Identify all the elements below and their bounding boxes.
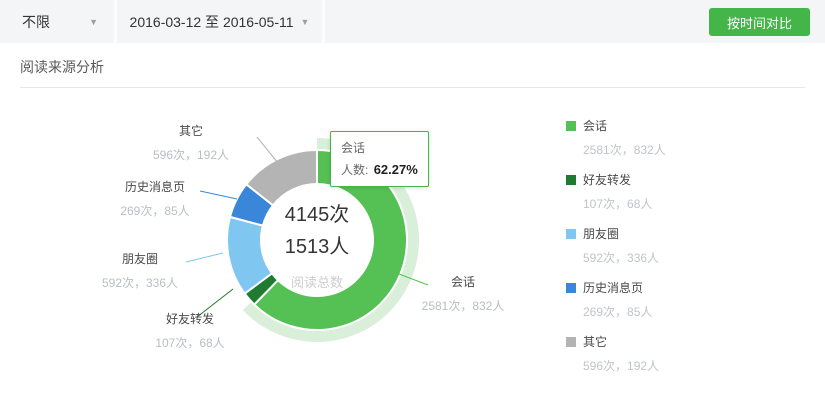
caret-down-icon: ▼ xyxy=(89,16,98,27)
leader-line-history-page xyxy=(200,191,237,199)
scope-filter-label: 不限 xyxy=(22,12,50,32)
tooltip-series-name: 会话 xyxy=(341,139,418,156)
legend-item-value: 107次，68人 xyxy=(583,195,666,212)
legend-item-label: 好友转发 xyxy=(583,171,631,188)
tooltip-value: 62.27% xyxy=(374,162,418,177)
legend-item-other: 其它 596次，192人 xyxy=(566,333,666,369)
legend-item-friend-share: 好友转发 107次，68人 xyxy=(566,171,666,207)
legend-item-session: 会话 2581次，832人 xyxy=(566,117,666,153)
chart-legend: 会话 2581次，832人 好友转发 107次，68人 朋友圈 592次，336… xyxy=(566,117,666,387)
legend-color-swatch xyxy=(566,121,576,131)
legend-color-swatch xyxy=(566,283,576,293)
legend-item-value: 2581次，832人 xyxy=(583,141,666,158)
legend-item-value: 596次，192人 xyxy=(583,357,666,374)
legend-item-label: 会话 xyxy=(583,117,607,134)
leader-line-other xyxy=(257,137,278,163)
filter-toolbar: 不限 ▼ 2016-03-12 至 2016-05-11 ▼ 按时间对比 xyxy=(0,0,825,43)
date-range-dropdown[interactable]: 2016-03-12 至 2016-05-11 ▼ xyxy=(117,0,322,43)
legend-item-label: 历史消息页 xyxy=(583,279,643,296)
section-divider xyxy=(20,87,805,88)
leader-line-friend-share xyxy=(197,289,233,317)
legend-item-label: 其它 xyxy=(583,333,607,350)
legend-item-history-page: 历史消息页 269次，85人 xyxy=(566,279,666,315)
legend-color-swatch xyxy=(566,175,576,185)
section-title: 阅读来源分析 xyxy=(20,57,104,77)
legend-color-swatch xyxy=(566,229,576,239)
leader-line-moments xyxy=(186,253,223,262)
compare-by-time-button[interactable]: 按时间对比 xyxy=(709,8,810,36)
legend-item-value: 592次，336人 xyxy=(583,249,666,266)
legend-item-moments: 朋友圈 592次，336人 xyxy=(566,225,666,261)
reading-source-donut-chart[interactable] xyxy=(0,90,560,400)
legend-color-swatch xyxy=(566,337,576,347)
chart-tooltip: 会话 人数: 62.27% xyxy=(330,131,429,187)
toolbar-divider xyxy=(322,0,325,43)
caret-down-icon: ▼ xyxy=(301,16,310,27)
date-range-label: 2016-03-12 至 2016-05-11 xyxy=(130,12,294,32)
legend-item-label: 朋友圈 xyxy=(583,225,619,242)
scope-filter-dropdown[interactable]: 不限 ▼ xyxy=(0,0,114,43)
tooltip-metric-label: 人数: xyxy=(341,163,368,177)
legend-item-value: 269次，85人 xyxy=(583,303,666,320)
